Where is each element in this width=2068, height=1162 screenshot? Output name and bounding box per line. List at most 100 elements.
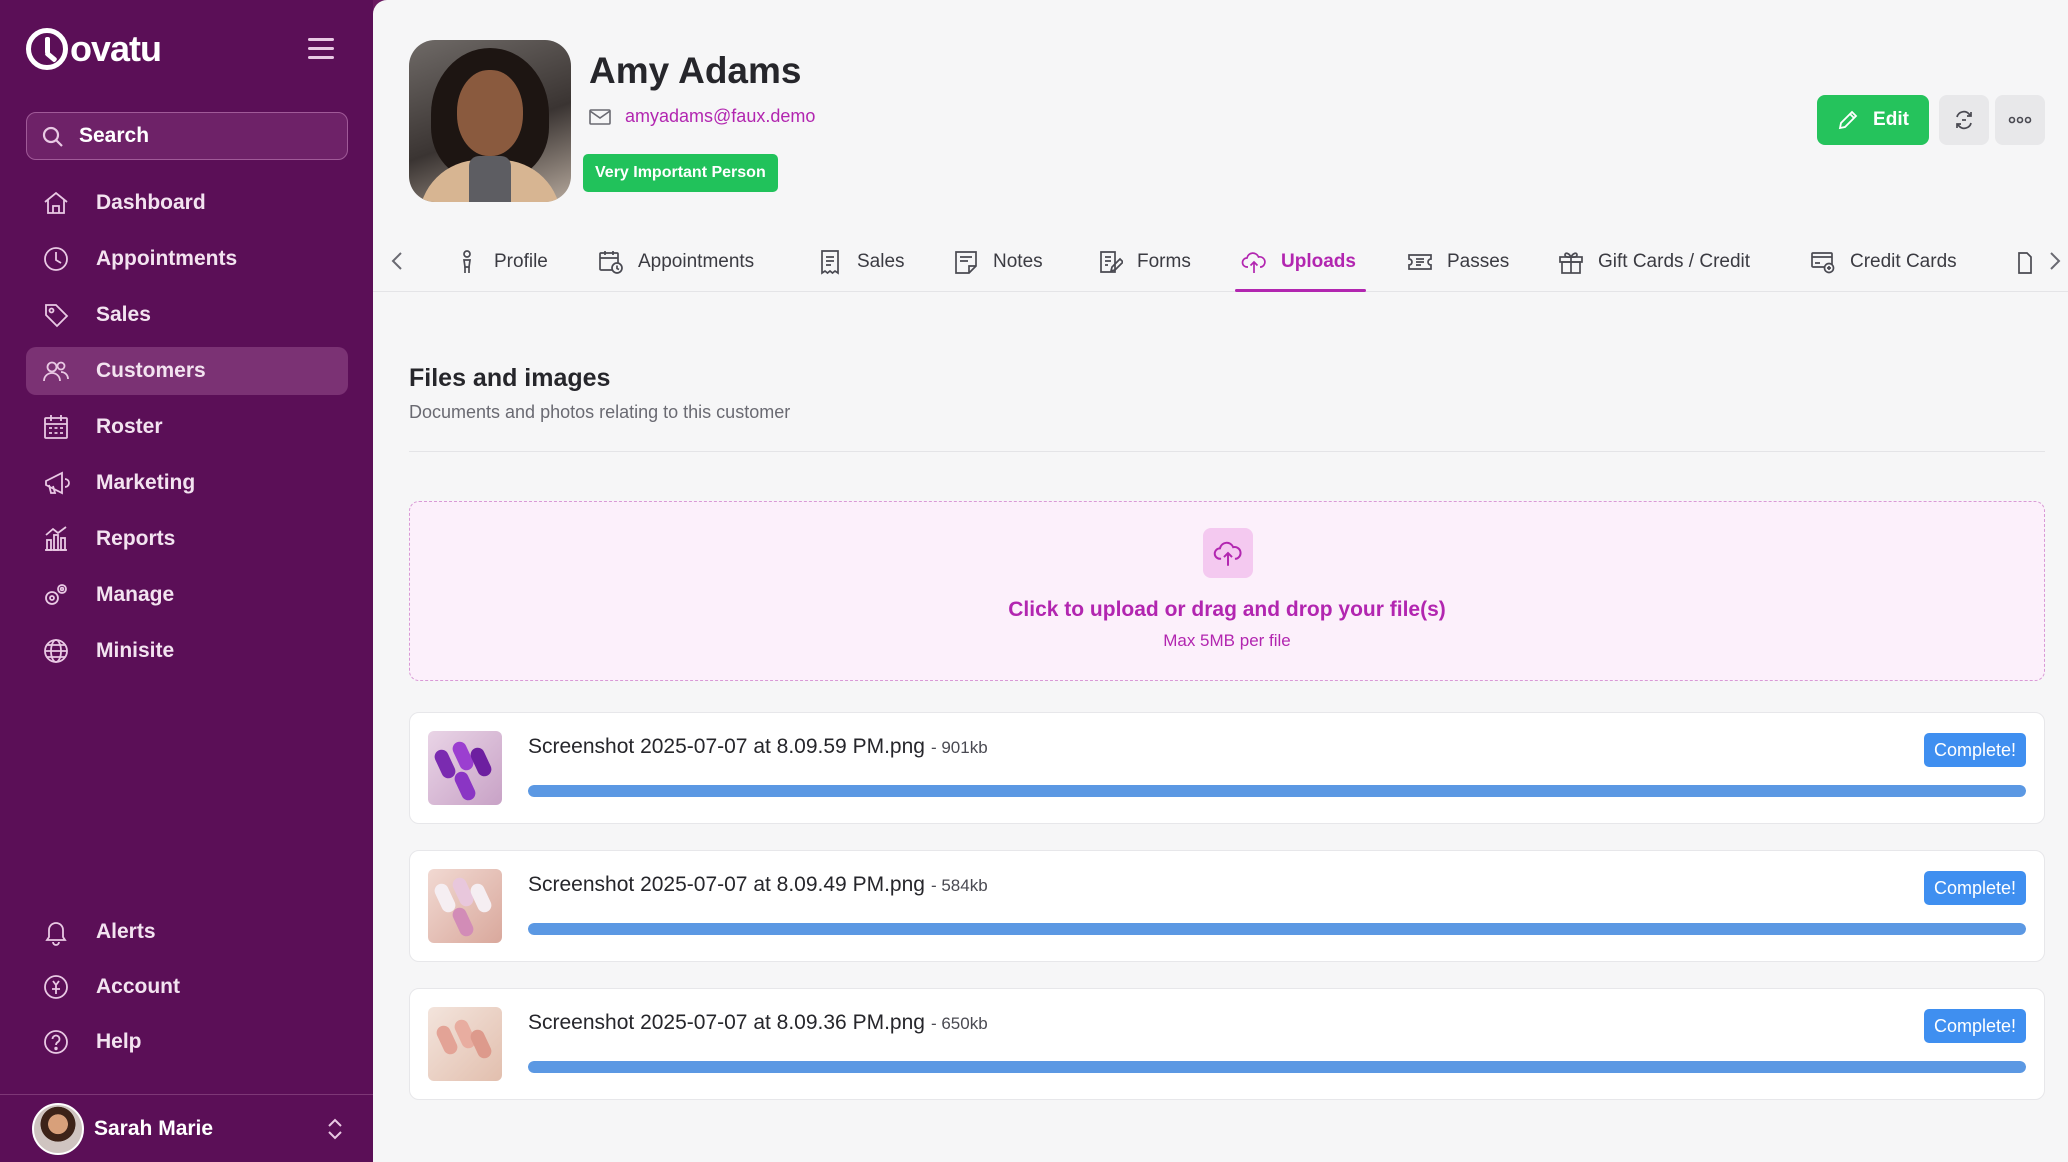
customer-email: amyadams@faux.demo — [625, 106, 816, 126]
receipt-icon — [821, 249, 839, 275]
status-badge: Complete! — [1923, 1009, 2026, 1043]
main-content: Amy Adams amyadams@faux.demo Very Import… — [373, 0, 2068, 1162]
sidebar-item-label: Customers — [96, 359, 206, 382]
sidebar-item-label: Roster — [96, 415, 163, 438]
sidebar-item-label: Appointments — [96, 247, 238, 270]
tab-gift-cards[interactable]: Gift Cards / Credit — [1558, 232, 1750, 291]
user-menu[interactable]: Sarah Marie — [0, 1094, 373, 1162]
sidebar-item-label: Manage — [96, 583, 175, 606]
brand-logo[interactable]: ovatu — [26, 28, 162, 70]
tab-label: Appointments — [638, 250, 755, 272]
dropzone-subtitle: Max 5MB per file — [1163, 631, 1291, 650]
vip-badge: Very Important Person — [583, 154, 778, 192]
progress-fill — [528, 785, 2026, 797]
avatar — [32, 1102, 84, 1155]
tab-passes[interactable]: Passes — [1407, 232, 1509, 291]
merge-button[interactable] — [1939, 95, 1989, 145]
more-options-button[interactable] — [1995, 95, 2045, 145]
tab-sales[interactable]: Sales — [817, 232, 905, 291]
tab-label: Sales — [857, 250, 905, 272]
edit-button[interactable]: Edit — [1817, 95, 1929, 145]
ticket-icon — [1408, 253, 1432, 270]
sidebar-item-label: Marketing — [96, 471, 196, 494]
sidebar-item-help[interactable]: Help — [26, 1018, 348, 1066]
tab-label: Profile — [494, 250, 548, 272]
tab-uploads[interactable]: Uploads — [1235, 232, 1366, 292]
tabs-scroll-left[interactable] — [385, 246, 409, 276]
file-name: Screenshot 2025-07-07 at 8.09.36 PM.png -… — [528, 1011, 988, 1034]
form-icon — [1100, 250, 1123, 273]
upload-file-item: Screenshot 2025-07-07 at 8.09.36 PM.png -… — [409, 988, 2045, 1100]
calendar-clock-icon — [599, 250, 623, 274]
file-thumbnail[interactable] — [428, 869, 502, 943]
envelope-icon — [589, 108, 611, 125]
search-label: Search — [79, 124, 150, 147]
help-icon — [44, 1030, 68, 1054]
search-input[interactable]: Search — [26, 112, 348, 160]
cloud-upload-icon — [1203, 528, 1253, 578]
tab-label: Passes — [1447, 250, 1510, 272]
clock-icon — [44, 247, 68, 271]
sidebar-item-customers[interactable]: Customers — [26, 347, 348, 395]
upload-progress-bar — [528, 1061, 2026, 1073]
progress-fill — [528, 1061, 2026, 1073]
file-thumbnail[interactable] — [428, 1007, 502, 1081]
sidebar-item-reports[interactable]: Reports — [26, 515, 348, 563]
main-nav: Dashboard Appointments Sales Customers R… — [26, 179, 348, 683]
chevron-right-icon — [2050, 252, 2061, 270]
status-badge: Complete! — [1923, 733, 2026, 767]
tabs-scroll-right[interactable] — [2043, 246, 2067, 276]
chevron-up-down-icon[interactable] — [326, 1117, 344, 1141]
calendar-icon — [44, 415, 68, 439]
dropzone-title: Click to upload or drag and drop your fi… — [1008, 598, 1446, 621]
file-name: Screenshot 2025-07-07 at 8.09.49 PM.png -… — [528, 873, 988, 896]
sidebar-item-marketing[interactable]: Marketing — [26, 459, 348, 507]
more-dots-icon — [2008, 116, 2032, 124]
sidebar-item-manage[interactable]: Manage — [26, 571, 348, 619]
sidebar-item-label: Minisite — [96, 639, 175, 662]
pencil-icon — [1838, 110, 1858, 130]
upload-file-item: Screenshot 2025-07-07 at 8.09.49 PM.png -… — [409, 850, 2045, 962]
note-icon — [955, 250, 977, 274]
sidebar-item-label: Account — [96, 975, 180, 998]
sidebar-item-account[interactable]: Account — [26, 963, 348, 1011]
customer-email-link[interactable]: amyadams@faux.demo — [589, 106, 815, 127]
tab-notes[interactable]: Notes — [953, 232, 1043, 291]
sidebar-item-label: Sales — [96, 303, 151, 326]
sidebar-item-appointments[interactable]: Appointments — [26, 235, 348, 283]
file-thumbnail[interactable] — [428, 731, 502, 805]
tab-forms[interactable]: Forms — [1097, 232, 1191, 291]
upload-dropzone[interactable]: Click to upload or drag and drop your fi… — [409, 501, 2045, 681]
sidebar-item-label: Reports — [96, 527, 176, 550]
file-size: - 901kb — [930, 738, 988, 757]
upload-file-item: Screenshot 2025-07-07 at 8.09.59 PM.png -… — [409, 712, 2045, 824]
customer-name: Amy Adams — [589, 50, 802, 91]
status-badge: Complete! — [1923, 871, 2026, 905]
sidebar-item-label: Dashboard — [96, 191, 206, 214]
credit-card-icon — [1811, 251, 1835, 273]
customer-tabs: Profile Appointments Sales Notes Forms U… — [373, 232, 2068, 292]
sidebar-item-minisite[interactable]: Minisite — [26, 627, 348, 675]
brand-name: ovatu — [70, 28, 162, 69]
sidebar-item-sales[interactable]: Sales — [26, 291, 348, 339]
sidebar-item-alerts[interactable]: Alerts — [26, 908, 348, 956]
tab-credit-cards[interactable]: Credit Cards — [1810, 232, 1957, 291]
customer-photo — [409, 40, 571, 202]
section-subtitle: Documents and photos relating to this cu… — [409, 402, 791, 422]
megaphone-icon — [45, 471, 70, 495]
sidebar-item-label: Help — [96, 1030, 142, 1053]
chevron-left-icon — [391, 252, 402, 270]
sidebar-item-roster[interactable]: Roster — [26, 403, 348, 451]
tab-label: Notes — [993, 250, 1043, 272]
home-icon — [44, 191, 68, 214]
divider — [409, 451, 2045, 452]
tab-profile[interactable]: Profile — [454, 232, 548, 291]
hamburger-menu-icon[interactable] — [308, 38, 334, 60]
document-icon — [2018, 251, 2032, 274]
search-icon — [42, 126, 63, 147]
tab-appointments[interactable]: Appointments — [598, 232, 754, 291]
file-size: - 650kb — [930, 1014, 988, 1033]
sidebar-item-dashboard[interactable]: Dashboard — [26, 179, 348, 227]
cloud-upload-icon — [1241, 251, 1266, 273]
section-title: Files and images — [409, 364, 611, 392]
